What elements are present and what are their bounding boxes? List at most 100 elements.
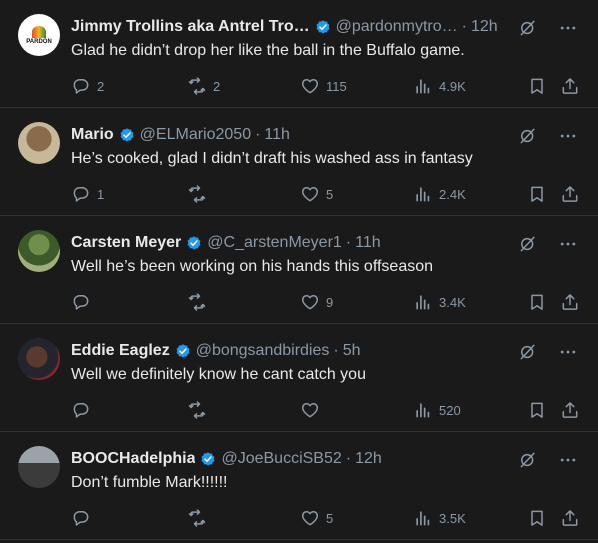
like-icon (301, 403, 319, 418)
retweet-button[interactable]: 2 (187, 74, 220, 98)
like-icon (301, 79, 319, 94)
timestamp[interactable]: 11h (264, 126, 290, 144)
reply-tweet[interactable]: PARDON Jimmy Trollins aka Antrel Tro… @p… (0, 0, 598, 108)
user-handle[interactable]: @C_arstenMeyer1 (207, 234, 342, 252)
like-button[interactable]: 5 (300, 182, 333, 206)
action-bar: 2 2 115 4.9K (71, 74, 578, 98)
reply-tweet[interactable]: Mario @ELMario2050 · 11h He’s cooked, gl… (0, 108, 598, 216)
views-count: 3.5K (439, 510, 466, 526)
like-icon (301, 511, 319, 526)
avatar[interactable] (18, 230, 60, 272)
reply-tweet[interactable]: Eddie Eaglez @bongsandbirdies · 5h Well … (0, 324, 598, 432)
share-button[interactable] (560, 506, 580, 530)
reply-icon (73, 187, 89, 202)
share-icon (562, 402, 578, 418)
share-button[interactable] (560, 398, 580, 422)
reply-button[interactable] (71, 398, 97, 422)
bookmark-button[interactable] (527, 398, 547, 422)
timestamp[interactable]: 12h (355, 450, 382, 468)
reply-button[interactable] (71, 290, 97, 314)
display-name[interactable]: Mario (71, 126, 114, 144)
bookmark-button[interactable] (527, 182, 547, 206)
tweet-top-actions (518, 18, 578, 43)
action-bar: 9 3.4K (71, 290, 578, 314)
more-button[interactable] (558, 18, 578, 43)
more-button[interactable] (558, 234, 578, 259)
verified-icon (185, 234, 203, 252)
retweet-icon (188, 293, 206, 311)
tweet-text: He’s cooked, glad I didn’t draft his was… (71, 150, 473, 167)
bookmark-icon (531, 402, 543, 418)
user-handle[interactable]: @pardonmytro… (336, 18, 458, 36)
reply-tweet[interactable]: Carsten Meyer @C_arstenMeyer1 · 11h Well… (0, 216, 598, 324)
avatar[interactable]: PARDON (18, 14, 60, 56)
reply-button[interactable] (71, 506, 97, 530)
verified-icon (174, 342, 192, 360)
avatar[interactable] (18, 446, 60, 488)
display-name[interactable]: Eddie Eaglez (71, 342, 170, 360)
verified-badge-icon (316, 20, 330, 34)
views-button[interactable]: 520 (413, 398, 461, 422)
tweet-text: Well we definitely know he cant catch yo… (71, 366, 366, 383)
tweet-top-actions (518, 450, 578, 475)
like-button[interactable]: 9 (300, 290, 333, 314)
share-icon (562, 186, 578, 202)
retweet-icon (188, 77, 206, 95)
retweet-icon (188, 401, 206, 419)
avatar[interactable] (18, 122, 60, 164)
avatar[interactable] (18, 338, 60, 380)
retweet-button[interactable] (187, 182, 213, 206)
share-icon (562, 510, 578, 526)
user-handle[interactable]: @bongsandbirdies (196, 342, 330, 360)
separator-dot: · (333, 342, 339, 359)
timestamp[interactable]: 11h (355, 234, 381, 252)
display-name[interactable]: Jimmy Trollins aka Antrel Tro… (71, 18, 310, 36)
more-button[interactable] (558, 342, 578, 367)
like-count: 5 (326, 186, 334, 202)
verified-icon (118, 126, 136, 144)
views-count: 520 (439, 402, 461, 418)
like-button[interactable]: 115 (300, 74, 347, 98)
bookmark-icon (531, 294, 543, 310)
grok-button[interactable] (518, 18, 538, 43)
timestamp[interactable]: 12h (471, 18, 498, 36)
more-button[interactable] (558, 126, 578, 151)
display-name[interactable]: Carsten Meyer (71, 234, 181, 252)
reply-button[interactable]: 2 (71, 74, 104, 98)
tweet-top-actions (518, 234, 578, 259)
user-handle[interactable]: @ELMario2050 (140, 126, 251, 144)
grok-button[interactable] (518, 234, 538, 259)
views-button[interactable]: 2.4K (413, 182, 466, 206)
bookmark-icon (531, 186, 543, 202)
bookmark-button[interactable] (527, 506, 547, 530)
views-icon (416, 79, 430, 94)
grok-button[interactable] (518, 450, 538, 475)
retweet-button[interactable] (187, 398, 213, 422)
grok-icon (520, 20, 535, 36)
like-button[interactable] (300, 398, 326, 422)
grok-icon (520, 452, 535, 468)
more-button[interactable] (558, 450, 578, 475)
display-name[interactable]: BOOCHadelphia (71, 450, 195, 468)
reply-tweet[interactable]: BOOCHadelphia @JoeBucciSB52 · 12h Don’t … (0, 432, 598, 540)
grok-button[interactable] (518, 126, 538, 151)
like-button[interactable]: 5 (300, 506, 333, 530)
grok-icon (520, 128, 535, 144)
more-icon (560, 242, 576, 246)
share-button[interactable] (560, 74, 580, 98)
share-button[interactable] (560, 290, 580, 314)
user-handle[interactable]: @JoeBucciSB52 (221, 450, 341, 468)
bookmark-button[interactable] (527, 74, 547, 98)
share-icon (562, 294, 578, 310)
reply-button[interactable]: 1 (71, 182, 104, 206)
share-button[interactable] (560, 182, 580, 206)
views-button[interactable]: 3.4K (413, 290, 466, 314)
retweet-button[interactable] (187, 290, 213, 314)
bookmark-button[interactable] (527, 290, 547, 314)
views-button[interactable]: 3.5K (413, 506, 466, 530)
retweet-button[interactable] (187, 506, 213, 530)
views-icon (416, 403, 430, 418)
grok-button[interactable] (518, 342, 538, 367)
timestamp[interactable]: 5h (343, 342, 361, 360)
views-button[interactable]: 4.9K (413, 74, 466, 98)
